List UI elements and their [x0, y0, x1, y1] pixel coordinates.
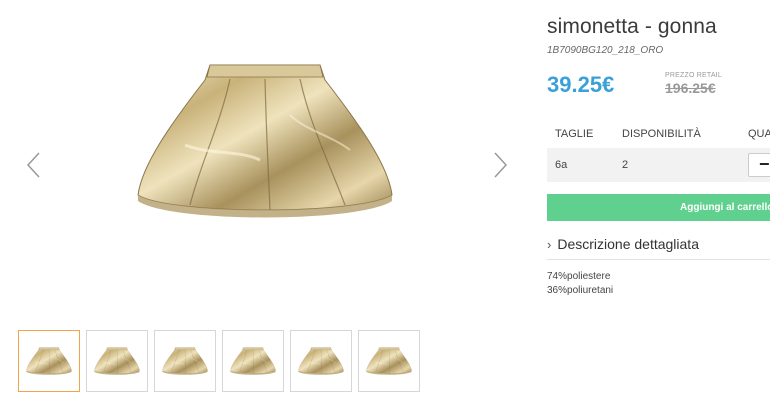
size-value: 6a	[555, 159, 568, 171]
product-main-image[interactable]	[130, 55, 400, 225]
product-title: simonetta - gonna	[547, 15, 717, 38]
product-sku: 1B7090BG120_218_ORO	[547, 45, 664, 56]
size-table: TAGLIE DISPONIBILITÀ QUA 6a 2 −	[547, 120, 770, 182]
header-quantity: QUA	[748, 128, 770, 140]
thumbnail-4[interactable]	[222, 330, 284, 392]
quantity-decrease-button[interactable]: −	[748, 153, 770, 177]
thumbnail-2[interactable]	[86, 330, 148, 392]
thumbnail-1[interactable]	[18, 330, 80, 392]
description-toggle[interactable]: › Descrizione dettagliata	[547, 236, 770, 260]
chevron-right-icon: ›	[547, 237, 552, 252]
header-sizes: TAGLIE	[555, 128, 594, 140]
header-availability: DISPONIBILITÀ	[622, 128, 701, 140]
chevron-right-icon[interactable]	[490, 150, 510, 180]
product-gallery	[0, 0, 530, 400]
size-table-header: TAGLIE DISPONIBILITÀ QUA	[547, 120, 770, 148]
retail-price-label: PREZZO RETAIL	[665, 72, 722, 79]
retail-price: 196.25€	[665, 80, 716, 96]
thumbnail-3[interactable]	[154, 330, 216, 392]
chevron-left-icon[interactable]	[24, 150, 44, 180]
thumbnail-5[interactable]	[290, 330, 352, 392]
thumbnail-6[interactable]	[358, 330, 420, 392]
description-line: 74%poliestere	[547, 271, 611, 282]
description-title: Descrizione dettagliata	[557, 236, 699, 252]
availability-value: 2	[622, 159, 629, 171]
product-details: simonetta - gonna 1B7090BG120_218_ORO 39…	[547, 0, 770, 400]
thumbnail-strip	[18, 330, 420, 392]
table-row: 6a 2 −	[547, 148, 770, 182]
product-price: 39.25€	[547, 72, 615, 97]
description-line: 36%poliuretani	[547, 285, 614, 296]
add-to-cart-button[interactable]: Aggiungi al carrello	[547, 194, 770, 221]
